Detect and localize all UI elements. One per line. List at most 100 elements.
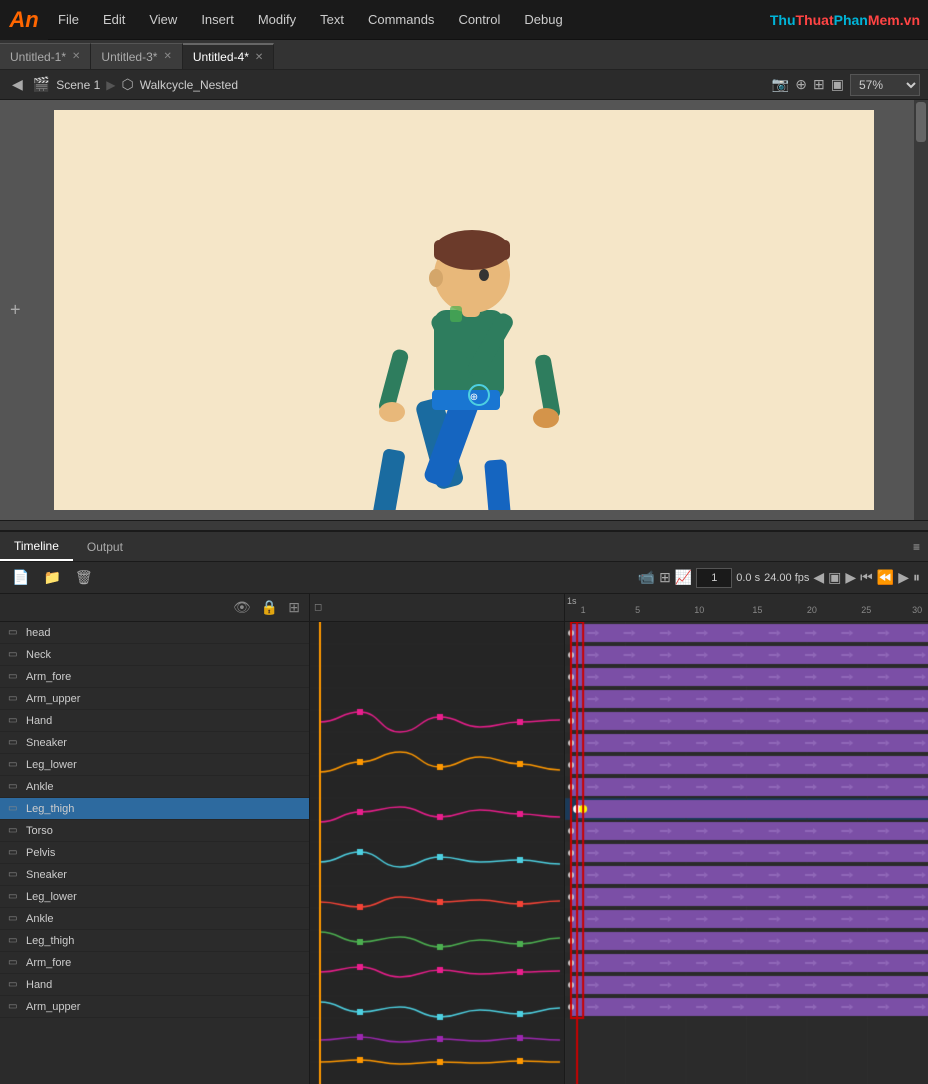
lock-icon[interactable]: 🔒 (256, 599, 283, 616)
fit-button[interactable]: ⊞ (659, 569, 671, 586)
zoom-select[interactable]: 57% 100% 50% 25% (850, 74, 920, 96)
graph-button[interactable]: 📈 (675, 569, 692, 586)
layer-type-icon: ▭ (8, 715, 22, 726)
layer-type-icon: ▭ (8, 803, 22, 814)
ruler-label-30: 30 (912, 605, 922, 615)
layer-type-icon: ▭ (8, 671, 22, 682)
tab-untitled1[interactable]: Untitled-1* ✕ (0, 43, 91, 69)
menu-control[interactable]: Control (448, 8, 510, 31)
menu-view[interactable]: View (139, 8, 187, 31)
layer-type-icon: ▭ (8, 627, 22, 638)
playback-controls: 📹 ⊞ 📈 0.0 s 24.00 fps ◀ ▣ ▶ ⏮ ⏪ ▶ ⏸ (638, 568, 920, 588)
step-back-button[interactable]: ⏪ (877, 569, 894, 586)
layer-type-icon: ▭ (8, 891, 22, 902)
screen-icon[interactable]: ▣ (831, 76, 844, 93)
layer-type-icon: ▭ (8, 759, 22, 770)
menu-text[interactable]: Text (310, 8, 354, 31)
camera-icon[interactable]: 📷 (772, 76, 789, 93)
camera-record-button[interactable]: 📹 (638, 569, 655, 586)
tab-close-3[interactable]: ✕ (163, 51, 171, 62)
layer-row-pelvis[interactable]: ▭ Pelvis (0, 842, 309, 864)
grid-small-icon[interactable]: ⊞ (283, 599, 305, 616)
tracks-ruler: 1s 1 5 10 15 20 25 30 (565, 594, 928, 622)
next-frame-button[interactable]: ▶ (845, 569, 856, 586)
play-button[interactable]: ▶ (898, 569, 909, 586)
tab-output[interactable]: Output (73, 534, 137, 560)
transform-icon[interactable]: ⊕ (795, 76, 807, 93)
pause-button[interactable]: ⏸ (913, 569, 920, 586)
timeline-menu-icon[interactable]: ≡ (913, 540, 920, 554)
layer-row-hand2[interactable]: ▭ Hand (0, 974, 309, 996)
layer-type-icon: ▭ (8, 935, 22, 946)
canvas-area: + (0, 100, 928, 520)
layer-type-icon: ▭ (8, 869, 22, 880)
curves-area: ◻ (310, 594, 565, 1084)
prev-frame-button[interactable]: ◀ (813, 569, 824, 586)
scene-back-button[interactable]: ◀ (8, 74, 27, 95)
layer-row-sneaker2[interactable]: ▭ Sneaker (0, 864, 309, 886)
menu-insert[interactable]: Insert (191, 8, 244, 31)
layer-type-icon: ▭ (8, 913, 22, 924)
layer-row-armfore2[interactable]: ▭ Arm_fore (0, 952, 309, 974)
menu-items: File Edit View Insert Modify Text Comman… (48, 8, 770, 31)
tab-close-4[interactable]: ✕ (255, 52, 263, 63)
menu-file[interactable]: File (48, 8, 89, 31)
tab-timeline[interactable]: Timeline (0, 533, 73, 561)
add-layer-button[interactable]: + (10, 300, 21, 321)
timeline-header: Timeline Output ≡ (0, 532, 928, 562)
layer-row-leglower1[interactable]: ▭ Leg_lower (0, 754, 309, 776)
time-display: 0.0 s (736, 572, 760, 584)
menu-edit[interactable]: Edit (93, 8, 135, 31)
layer-type-icon: ▭ (8, 957, 22, 968)
menu-modify[interactable]: Modify (248, 8, 306, 31)
layer-row-neck[interactable]: ▭ Neck (0, 644, 309, 666)
layer-row-hand1[interactable]: ▭ Hand (0, 710, 309, 732)
layer-type-icon: ▭ (8, 693, 22, 704)
canvas-hscrollbar[interactable] (0, 520, 928, 530)
frame-display: ▣ (828, 569, 841, 586)
layer-type-icon: ▭ (8, 847, 22, 858)
layer-row-leglower2[interactable]: ▭ Leg_lower (0, 886, 309, 908)
layer-row-armupper1[interactable]: ▭ Arm_upper (0, 688, 309, 710)
go-start-button[interactable]: ⏮ (860, 569, 873, 586)
symbol-icon: ⬡ (122, 76, 134, 93)
seconds-label: 1s (567, 596, 577, 606)
timeline-content: 👁 🔒 ⊞ ▭ head ▭ Neck ▭ Arm_fore ▭ Arm_upp… (0, 594, 928, 1084)
new-layer-button[interactable]: 📄 (8, 567, 33, 588)
canvas-viewport: ⊕ (54, 110, 874, 510)
tab-close-1[interactable]: ✕ (72, 51, 80, 62)
scene-bar: ◀ 🎬 Scene 1 ▶ ⬡ Walkcycle_Nested 📷 ⊕ ⊞ ▣… (0, 70, 928, 100)
menu-debug[interactable]: Debug (514, 8, 572, 31)
svg-text:⊕: ⊕ (470, 392, 478, 403)
layer-row-sneaker1[interactable]: ▭ Sneaker (0, 732, 309, 754)
new-folder-button[interactable]: 📁 (39, 567, 64, 588)
scene-right-controls: 📷 ⊕ ⊞ ▣ 57% 100% 50% 25% (772, 74, 920, 96)
curves-header: ◻ (310, 594, 564, 622)
layer-row-armfore1[interactable]: ▭ Arm_fore (0, 666, 309, 688)
scene-label: Scene 1 (56, 78, 100, 92)
tracks-area: 1s 1 5 10 15 20 25 30 (565, 594, 928, 1084)
tracks-canvas (565, 622, 928, 1084)
delete-layer-button[interactable]: 🗑 (71, 567, 97, 588)
timeline-panel: Timeline Output ≡ 📄 📁 🗑 📹 ⊞ 📈 0.0 s 24.0… (0, 530, 928, 1084)
layer-type-icon: ▭ (8, 737, 22, 748)
ruler-label-10: 10 (694, 605, 704, 615)
layer-row-ankle2[interactable]: ▭ Ankle (0, 908, 309, 930)
eye-icon[interactable]: 👁 (228, 599, 256, 616)
grid-icon[interactable]: ⊞ (813, 76, 825, 93)
layer-row-torso[interactable]: ▭ Torso (0, 820, 309, 842)
layer-row-ankle1[interactable]: ▭ Ankle (0, 776, 309, 798)
layer-row-head[interactable]: ▭ head (0, 622, 309, 644)
layer-row-legthigh1[interactable]: ▭ Leg_thigh (0, 798, 309, 820)
ruler-label-25: 25 (861, 605, 871, 615)
tab-untitled4[interactable]: Untitled-4* ✕ (183, 43, 274, 69)
menu-commands[interactable]: Commands (358, 8, 444, 31)
tracks-scroll[interactable] (565, 622, 928, 1084)
canvas-scrollbar[interactable] (914, 100, 928, 520)
frame-input[interactable] (696, 568, 732, 588)
layer-row-armupper2[interactable]: ▭ Arm_upper (0, 996, 309, 1018)
layer-row-legthigh2[interactable]: ▭ Leg_thigh (0, 930, 309, 952)
tab-untitled3[interactable]: Untitled-3* ✕ (91, 43, 182, 69)
layer-type-icon: ▭ (8, 979, 22, 990)
ruler-label-5: 5 (635, 605, 640, 615)
